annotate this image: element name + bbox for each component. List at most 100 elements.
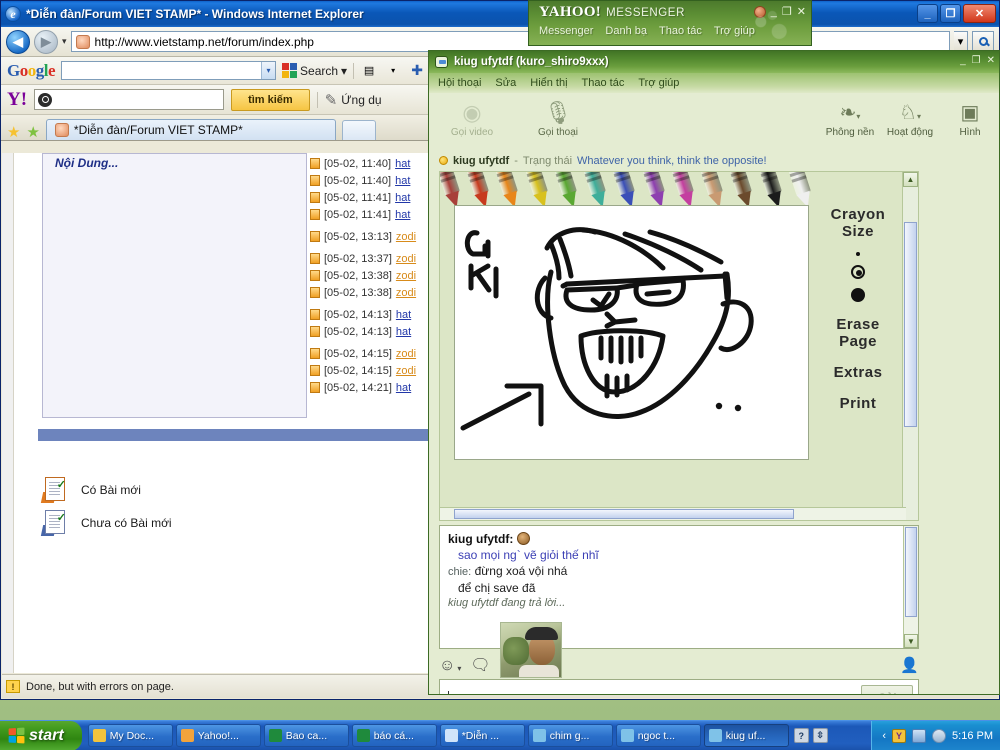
doodle-horizontal-scrollbar[interactable] — [440, 507, 906, 520]
ym-close-button[interactable]: ✕ — [797, 5, 806, 18]
taskbar-button[interactable]: chim g... — [527, 724, 613, 747]
yahoo-apps-button[interactable]: ✎ Ứng dụ — [325, 91, 382, 109]
microphone-button[interactable]: 🎙 Gọi thoại — [529, 99, 587, 138]
ym-status-orb-icon[interactable] — [753, 5, 766, 18]
ym-menu-trợ-giúp[interactable]: Trợ giúp — [714, 25, 755, 37]
shoutbox-row[interactable]: [05-02, 11:40] hat — [310, 172, 440, 189]
shoutbox-row[interactable]: [05-02, 11:41] hat — [310, 189, 440, 206]
google-search-input[interactable]: ▾ — [61, 61, 277, 80]
ym-menu-danh-bạ[interactable]: Danh bạ — [605, 25, 647, 37]
shout-username[interactable]: zodi — [396, 365, 416, 377]
shoutbox-row[interactable]: [05-02, 14:13] hat — [310, 306, 440, 323]
add-contact-icon[interactable]: 👤 — [900, 658, 919, 674]
ym-menu-messenger[interactable]: Messenger — [539, 25, 593, 37]
ie-minimize-button[interactable]: _ — [917, 4, 938, 23]
emoticon-dropdown-icon[interactable]: ▾ — [457, 661, 461, 677]
taskbar-clock[interactable]: 5:16 PM — [952, 730, 993, 742]
shoutbox-row[interactable]: [05-02, 14:15] zodi — [310, 362, 440, 379]
shoutbox-row[interactable]: [05-02, 11:40] hat — [310, 155, 440, 172]
crayon-palette[interactable] — [440, 172, 823, 210]
shout-username[interactable]: hat — [395, 209, 410, 221]
im-menu-hội-thoại[interactable]: Hội thoại — [438, 77, 481, 89]
doodle-canvas[interactable] — [454, 205, 809, 460]
address-dropdown-button[interactable]: ▾ — [954, 31, 968, 52]
search-go-button[interactable] — [972, 31, 994, 52]
warning-icon[interactable]: ! — [6, 680, 20, 693]
favorites-star-icon[interactable]: ★ — [7, 125, 20, 140]
taskbar-button[interactable]: ngoc t... — [615, 724, 701, 747]
chess-knight-button[interactable]: ♘▾ Hoạt động — [881, 99, 939, 138]
im-menu-thao-tác[interactable]: Thao tác — [582, 77, 625, 89]
shout-username[interactable]: zodi — [396, 253, 416, 265]
doodle-hscroll-thumb[interactable] — [454, 509, 794, 519]
shout-username[interactable]: zodi — [396, 287, 416, 299]
ie-window-controls[interactable]: _ ❐ ✕ — [917, 4, 996, 23]
crayon-size-large-option[interactable] — [851, 288, 865, 302]
print-button[interactable]: Print — [822, 395, 894, 412]
recent-pages-dropdown-icon[interactable]: ▾ — [62, 36, 67, 47]
shoutbox-row[interactable]: [05-02, 13:37] zodi — [310, 250, 440, 267]
shoutbox-row[interactable]: [05-02, 11:41] hat — [310, 206, 440, 223]
shout-username[interactable]: hat — [396, 382, 411, 394]
shoutbox-row[interactable]: [05-02, 14:13] hat — [310, 323, 440, 340]
im-window-controls[interactable]: _ ❐ ✕ — [960, 55, 995, 66]
bookmarks-icon[interactable]: ▤ — [360, 62, 378, 79]
start-button[interactable]: start — [0, 720, 82, 750]
im-maximize-button[interactable]: ❐ — [972, 55, 981, 66]
shoutbox-row[interactable]: [05-02, 14:21] hat — [310, 379, 440, 396]
chatlog-scroll-thumb[interactable] — [905, 527, 917, 617]
shout-username[interactable]: zodi — [396, 348, 416, 360]
leaf-button[interactable]: ❧▾ Phông nền — [821, 99, 879, 138]
back-button[interactable]: ◀ — [6, 29, 30, 54]
send-button[interactable]: Gửi — [861, 685, 913, 694]
taskbar-button[interactable]: báo cá... — [351, 724, 437, 747]
taskbar-button[interactable]: Yahoo!... — [175, 724, 261, 747]
yahoo-tray-icon[interactable]: Y — [892, 728, 907, 743]
chatlog-scrollbar[interactable]: ▼ — [903, 526, 918, 648]
updates-icon[interactable]: ⇳ — [812, 728, 828, 743]
shoutbox-row[interactable]: [05-02, 13:38] zodi — [310, 284, 440, 301]
im-menu-sửa[interactable]: Sửa — [495, 77, 516, 89]
ie-maximize-button[interactable]: ❐ — [940, 4, 961, 23]
ym-maximize-button[interactable]: ❐ — [782, 5, 792, 18]
erase-page-label-line2[interactable]: Page — [822, 333, 894, 350]
security-tray-icon[interactable] — [932, 728, 947, 743]
google-input-dropdown-icon[interactable]: ▾ — [261, 62, 276, 79]
yahoo-search-button[interactable]: tìm kiếm — [231, 88, 310, 111]
erase-page-label-line1[interactable]: Erase — [822, 316, 894, 333]
google-search-button[interactable]: Search ▾ — [282, 63, 347, 78]
crayon-size-small-option[interactable] — [856, 252, 860, 256]
im-close-button[interactable]: ✕ — [987, 55, 995, 66]
shout-username[interactable]: hat — [395, 158, 410, 170]
chatlog-scroll-down-button[interactable]: ▼ — [904, 634, 918, 648]
photo-button[interactable]: ▣ Hình — [941, 99, 999, 138]
doodle-vertical-scrollbar[interactable]: ▲ — [902, 172, 918, 520]
shout-username[interactable]: hat — [396, 326, 411, 338]
plus-icon[interactable]: ✚ — [408, 62, 426, 79]
show-hidden-icons-button[interactable]: ‹ — [882, 730, 886, 742]
webcam-button[interactable]: ◉ Gọi video — [443, 99, 501, 138]
im-menu-hiển-thị[interactable]: Hiển thị — [530, 77, 567, 89]
google-search-dropdown-icon[interactable]: ▾ — [341, 64, 347, 78]
address-bar[interactable]: http://www.vietstamp.net/forum/index.php — [70, 31, 950, 52]
ie-close-button[interactable]: ✕ — [963, 4, 996, 23]
shoutbox-row[interactable]: [05-02, 13:13] zodi — [310, 228, 440, 245]
extras-button[interactable]: Extras — [822, 364, 894, 381]
im-menu-trợ-giúp[interactable]: Trợ giúp — [638, 77, 679, 89]
new-tab-button[interactable] — [341, 120, 376, 140]
emoticon-icon[interactable]: ☺ — [439, 658, 455, 674]
bookmarks-dropdown-icon[interactable]: ▾ — [384, 62, 402, 79]
shout-username[interactable]: hat — [396, 309, 411, 321]
ym-minimize-button[interactable]: _ — [771, 6, 777, 18]
help-icon[interactable]: ? — [793, 728, 809, 743]
tab-vietstamp-forum[interactable]: *Diễn đàn/Forum VIET STAMP* — [45, 119, 336, 140]
doodle-scroll-up-button[interactable]: ▲ — [903, 172, 918, 187]
shout-username[interactable]: zodi — [396, 231, 416, 243]
chevron-down-icon[interactable]: ▾ — [917, 112, 921, 121]
taskbar-button[interactable]: Bao ca... — [263, 724, 349, 747]
shoutbox-row[interactable]: [05-02, 13:38] zodi — [310, 267, 440, 284]
yahoo-search-input[interactable] — [34, 89, 225, 110]
network-tray-icon[interactable] — [912, 728, 927, 743]
im-minimize-button[interactable]: _ — [960, 55, 966, 66]
taskbar-button[interactable]: kiug uf... — [703, 724, 789, 747]
